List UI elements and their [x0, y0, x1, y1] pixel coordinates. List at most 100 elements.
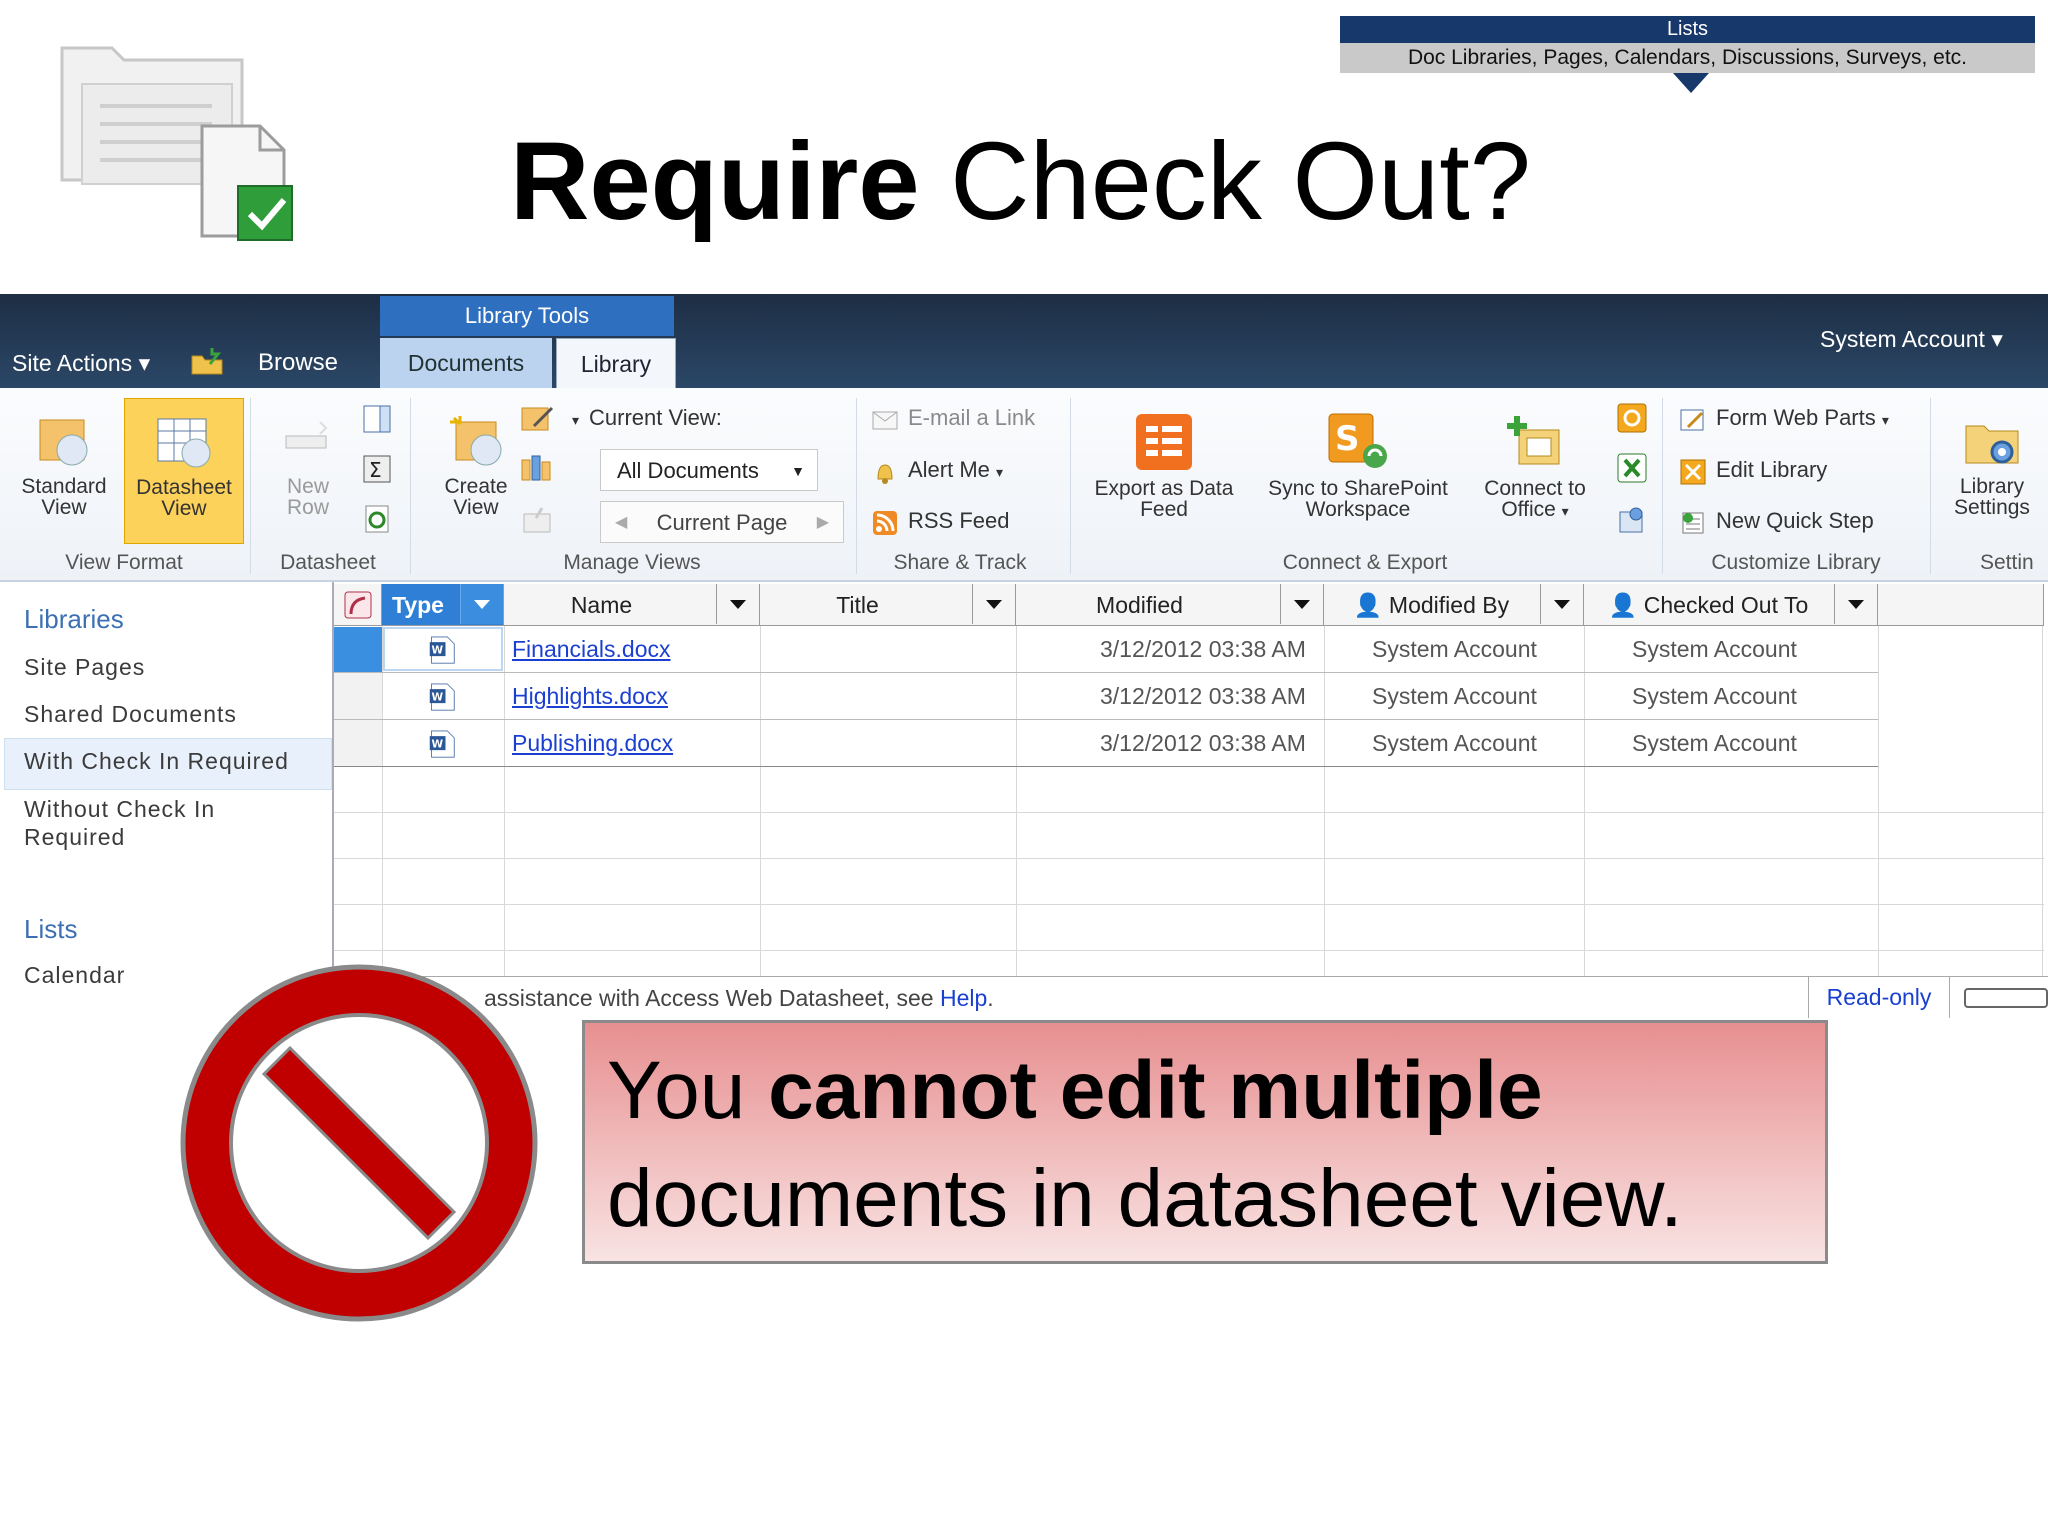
navigate-up-view-icon[interactable] — [520, 504, 556, 534]
cell-modified[interactable]: 3/12/2012 03:38 AM — [1100, 626, 1306, 672]
svg-text:W: W — [432, 645, 444, 657]
cell-modified-by[interactable]: System Account — [1372, 626, 1537, 672]
cell-modified-by[interactable]: System Account — [1372, 673, 1537, 719]
current-view-dropdown[interactable]: All Documents ▼ — [600, 449, 818, 491]
document-name-link[interactable]: Publishing.docx — [512, 730, 673, 756]
table-row: Highlights.docx — [512, 673, 668, 719]
site-actions-menu[interactable]: Site Actions ▾ — [12, 340, 150, 386]
filter-dropdown-icon[interactable] — [1540, 584, 1583, 624]
create-view-label-2: View — [453, 496, 499, 519]
cell-modified[interactable]: 3/12/2012 03:38 AM — [1100, 673, 1306, 719]
filter-dropdown-icon[interactable] — [1834, 584, 1877, 624]
arrow-down-icon — [1673, 73, 1709, 93]
edit-library-button[interactable]: Edit Library — [1680, 450, 1827, 490]
nav-item-shared-documents[interactable]: Shared Documents — [24, 701, 237, 728]
document-name-link[interactable]: Financials.docx — [512, 636, 671, 662]
column-header-checked-out-to[interactable]: 👤 Checked Out To — [1584, 584, 1878, 626]
modify-column-icon[interactable] — [520, 454, 556, 484]
nav-heading-lists[interactable]: Lists — [24, 914, 77, 945]
document-name-link[interactable]: Highlights.docx — [512, 683, 668, 709]
group-label-view-format: View Format — [65, 551, 183, 574]
cell-checked-out-to[interactable]: System Account — [1632, 626, 1797, 672]
read-only-indicator[interactable]: Read-only — [1808, 976, 1950, 1018]
cell-checked-out-to[interactable]: System Account — [1632, 720, 1797, 766]
column-header-title[interactable]: Title — [760, 584, 1016, 626]
alert-me-button[interactable]: Alert Me ▾ — [872, 450, 1003, 490]
modify-view-icon[interactable] — [520, 404, 556, 434]
connect-to-office-button[interactable]: Connect to Office ▾ — [1470, 400, 1600, 540]
grid-line — [382, 626, 383, 976]
grid-line — [334, 904, 2044, 905]
nav-item-site-pages[interactable]: Site Pages — [24, 654, 145, 681]
show-taskpane-icon[interactable] — [362, 404, 392, 434]
totals-icon[interactable]: Σ — [362, 454, 392, 484]
current-view-value: All Documents — [617, 458, 759, 483]
create-view-button[interactable]: Create View — [420, 400, 532, 540]
column-header-modified-by[interactable]: 👤 Modified By — [1324, 584, 1584, 626]
refresh-data-icon[interactable] — [362, 504, 392, 534]
new-quick-step-label: New Quick Step — [1716, 508, 1874, 533]
chevron-down-icon: ▾ — [996, 464, 1004, 480]
standard-view-label-1: Standard — [21, 475, 107, 498]
account-menu[interactable]: System Account ▾ — [1820, 316, 2003, 362]
form-web-parts-icon — [1680, 406, 1706, 432]
table-row: Financials.docx — [512, 626, 671, 672]
outlook-icon[interactable] — [1616, 402, 1648, 434]
nav-item-calendar[interactable]: Calendar — [24, 962, 125, 989]
new-row-label-2: Row — [286, 496, 329, 519]
rss-feed-button[interactable]: RSS Feed — [872, 501, 1010, 541]
form-web-parts-button[interactable]: Form Web Parts ▾ — [1680, 398, 1889, 438]
email-link-button[interactable]: E-mail a Link — [872, 398, 1035, 438]
row-selector[interactable] — [334, 720, 382, 766]
column-header-modified[interactable]: Modified — [1016, 584, 1324, 626]
tab-documents[interactable]: Documents — [380, 338, 552, 388]
tab-library[interactable]: Library — [556, 338, 676, 389]
table-row: Publishing.docx — [512, 720, 673, 766]
tab-browse[interactable]: Browse — [258, 338, 338, 388]
cell-checked-out-to[interactable]: System Account — [1632, 673, 1797, 719]
chevron-left-icon[interactable]: ◀ — [615, 502, 627, 544]
folder-document-icon — [52, 36, 302, 246]
grid-line — [2042, 584, 2043, 976]
library-settings-button[interactable]: Library Settings — [1940, 400, 2044, 540]
new-quick-step-button[interactable]: New Quick Step — [1680, 501, 1874, 541]
ribbon-separator — [410, 398, 411, 574]
cell-modified-by[interactable]: System Account — [1372, 720, 1537, 766]
column-header-modified-label: Modified — [1096, 592, 1183, 618]
alert-me-label: Alert Me — [908, 457, 990, 482]
sync-workspace-button[interactable]: S Sync to SharePoint Workspace — [1252, 400, 1464, 540]
word-document-icon: W — [428, 728, 456, 764]
nav-item-with-check-in-required[interactable]: With Check In Required — [24, 748, 289, 775]
row-selector[interactable] — [334, 673, 382, 719]
row-selector-active[interactable] — [334, 627, 382, 672]
nav-item-without-check-in-required[interactable]: Without Check In Required — [24, 795, 215, 851]
new-row-button[interactable]: New Row — [258, 400, 358, 540]
ribbon-separator — [1070, 398, 1071, 574]
filter-dropdown-icon[interactable] — [1280, 584, 1323, 624]
filter-dropdown-icon[interactable] — [460, 584, 503, 624]
filter-dropdown-icon[interactable] — [972, 584, 1015, 624]
datasheet-view-button[interactable]: Datasheet View — [124, 398, 244, 544]
cell-modified[interactable]: 3/12/2012 03:38 AM — [1100, 720, 1306, 766]
access-icon[interactable] — [1616, 504, 1648, 536]
column-header-type[interactable]: Type — [382, 584, 504, 626]
select-all-corner[interactable] — [334, 584, 382, 626]
export-data-feed-button[interactable]: Export as Data Feed — [1080, 400, 1248, 540]
help-link[interactable]: Help — [940, 985, 987, 1011]
navigate-up-icon[interactable] — [190, 346, 224, 376]
standard-view-button[interactable]: Standard View — [8, 400, 120, 540]
export-feed-icon — [1136, 414, 1192, 470]
column-header-name[interactable]: Name — [504, 584, 760, 626]
create-view-icon — [450, 416, 502, 466]
excel-icon[interactable] — [1616, 452, 1648, 484]
grid-line — [1878, 626, 1879, 976]
grid-line — [334, 950, 2044, 951]
chevron-right-icon[interactable]: ▶ — [817, 502, 829, 544]
filter-dropdown-icon[interactable] — [716, 584, 759, 624]
current-page-pager[interactable]: ◀ Current Page ▶ — [600, 501, 844, 543]
group-label-share-track: Share & Track — [893, 551, 1027, 574]
chevron-down-icon: ▾ — [1561, 503, 1569, 519]
nav-heading-libraries[interactable]: Libraries — [24, 604, 124, 635]
group-label-datasheet: Datasheet — [280, 551, 376, 574]
group-label-settings: Settin — [1980, 551, 2034, 574]
